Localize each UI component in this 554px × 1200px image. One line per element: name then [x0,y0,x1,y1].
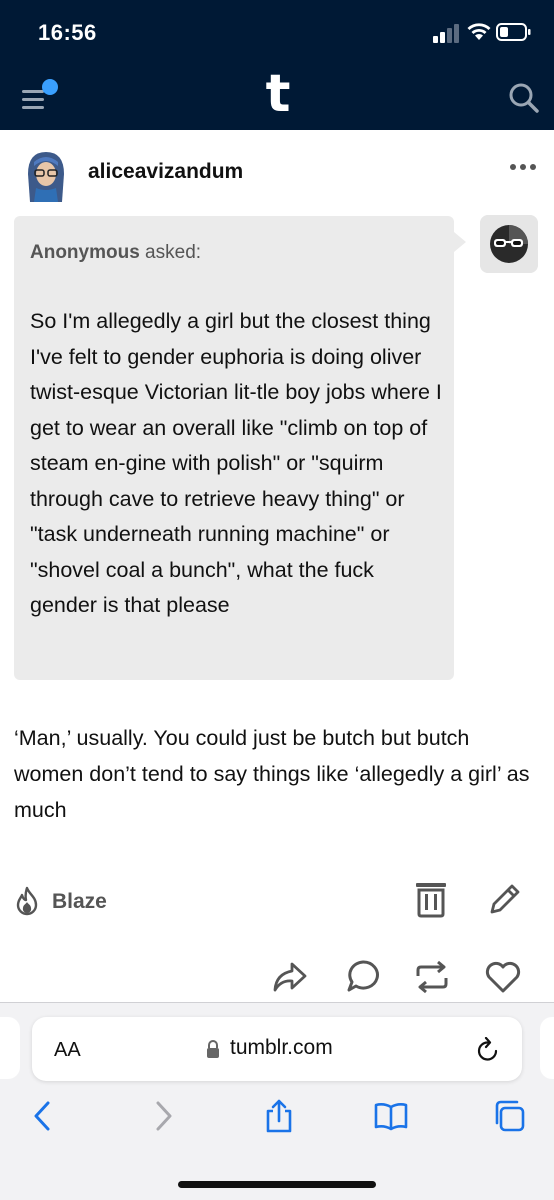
next-tab-preview[interactable] [540,1017,554,1079]
like-icon[interactable] [484,960,522,994]
blaze-icon [16,886,38,916]
url-text[interactable]: tumblr.com [230,1036,333,1060]
wifi-icon [467,23,491,40]
reload-icon[interactable] [476,1037,500,1063]
home-indicator[interactable] [178,1181,376,1188]
back-icon[interactable] [26,1099,60,1133]
post-header: aliceavizandum [0,130,554,220]
forward-icon[interactable] [146,1099,180,1133]
user-avatar[interactable] [20,144,72,202]
tumblr-nav: t [0,62,554,130]
ask-bubble: Anonymous asked: So I'm allegedly a girl… [14,216,454,680]
reblog-icon[interactable] [414,960,450,994]
edit-icon[interactable] [486,882,522,918]
reply-icon[interactable] [346,958,380,994]
asker-name: Anonymous [30,242,140,263]
anonymous-avatar [480,215,538,273]
app-header: 16:56 t [0,0,554,130]
asked-label: asked: [139,242,202,263]
ask-bubble-tail [454,232,466,252]
share-sheet-icon[interactable] [262,1099,296,1133]
previous-tab-preview[interactable] [0,1017,20,1079]
trash-icon[interactable] [414,880,448,918]
status-bar: 16:56 [0,0,554,62]
cellular-signal-icon [433,24,459,43]
ask-header: Anonymous asked: [30,242,201,264]
address-bar[interactable]: AA tumblr.com [32,1017,522,1081]
share-icon[interactable] [272,959,308,995]
menu-icon[interactable] [20,78,64,118]
status-time: 16:56 [38,20,97,45]
ask-question: So I'm allegedly a girl but the closest … [30,309,442,617]
search-icon[interactable] [508,82,540,114]
post-answer: ‘Man,’ usually. You could just be butch … [14,726,530,822]
battery-icon [496,23,531,41]
post-username[interactable]: aliceavizandum [88,160,243,184]
text-size-button[interactable]: AA [54,1039,81,1062]
tumblr-logo[interactable]: t [262,66,294,122]
bookmarks-icon[interactable] [374,1099,408,1133]
blaze-label: Blaze [52,890,107,913]
lock-icon [207,1040,219,1058]
more-icon[interactable] [508,160,538,174]
browser-toolbar: AA tumblr.com [0,1002,554,1200]
tabs-icon[interactable] [492,1099,526,1133]
